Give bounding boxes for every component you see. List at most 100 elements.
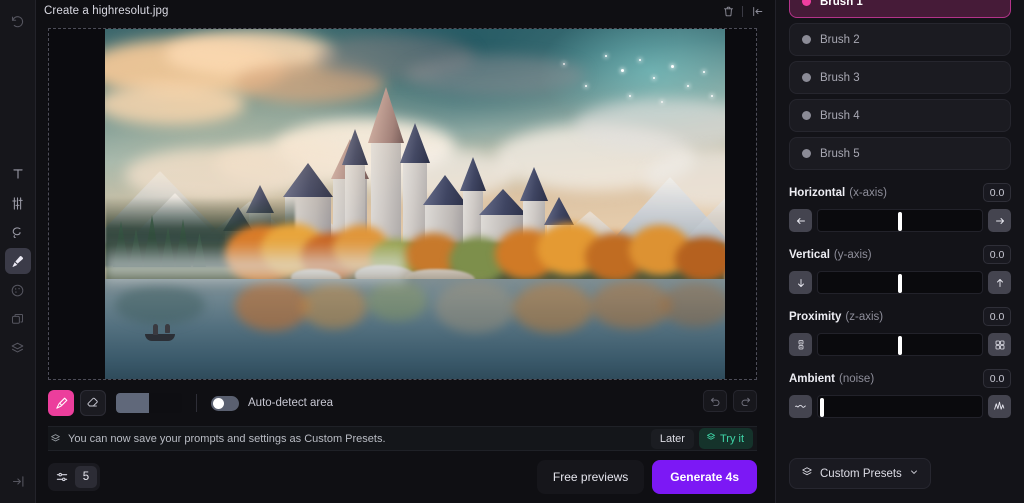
brush-item[interactable]: Brush 1 (789, 0, 1011, 18)
custom-presets-row: Custom Presets (789, 458, 931, 489)
slider-sub: (x-axis) (849, 187, 887, 199)
brush-color-dot (802, 149, 811, 158)
notice-text: You can now save your prompts and settin… (68, 432, 386, 445)
slider-sub: (noise) (839, 373, 875, 385)
primary-actions: Free previews Generate 4s (536, 460, 757, 494)
header-divider (742, 5, 743, 17)
swatch-primary[interactable] (116, 393, 149, 413)
slider-track[interactable] (817, 209, 983, 232)
toggle-knob (213, 397, 224, 409)
layers-icon (801, 466, 813, 481)
palette-tool-icon[interactable] (5, 277, 31, 303)
slider-row (789, 395, 1011, 418)
wave-noise-icon[interactable] (988, 395, 1011, 418)
arrow-right-icon[interactable] (988, 209, 1011, 232)
brush-color-dot (802, 111, 811, 120)
left-tool-rail (0, 0, 36, 503)
paint-brush-icon[interactable] (48, 390, 74, 416)
depth-far-icon[interactable] (988, 333, 1011, 356)
try-it-label: Try it (719, 432, 744, 445)
slider-thumb[interactable] (898, 274, 903, 293)
chevron-down-icon (909, 467, 919, 480)
slider-value[interactable]: 0.0 (983, 245, 1011, 264)
text-tool-icon[interactable] (5, 161, 31, 187)
canvas-area[interactable] (48, 28, 757, 380)
brush-label: Brush 5 (820, 147, 860, 160)
variation-count-group: 5 (48, 463, 100, 491)
notice-actions: Later Try it (650, 428, 753, 449)
slider-track[interactable] (817, 333, 983, 356)
variation-count-value[interactable]: 5 (75, 466, 97, 488)
generate-button[interactable]: Generate 4s (652, 460, 757, 494)
brush-tool-icon[interactable] (4, 248, 31, 274)
dashed-selection-frame[interactable] (48, 28, 757, 380)
slider-ambient: Ambient (noise) 0.0 (776, 369, 1024, 418)
wave-flat-icon[interactable] (789, 395, 812, 418)
layers-tool-icon[interactable] (5, 335, 31, 361)
auto-detect-row: Auto-detect area (211, 395, 334, 411)
app-root: Create a highresolut.jpg Auto-detect are… (0, 0, 1024, 503)
editor-center-column: Create a highresolut.jpg Auto-detect are… (36, 0, 775, 503)
later-button[interactable]: Later (650, 428, 694, 449)
lasso-tool-icon[interactable] (5, 219, 31, 245)
frame-tool-icon[interactable] (5, 306, 31, 332)
slider-header: Proximity (z-axis) 0.0 (789, 307, 1011, 326)
page-title: Create a highresolut.jpg (44, 5, 169, 17)
brush-color-dot (802, 35, 811, 44)
header-actions (720, 3, 765, 19)
slider-value[interactable]: 0.0 (983, 307, 1011, 326)
brush-label: Brush 3 (820, 71, 860, 84)
slider-vertical: Vertical (y-axis) 0.0 (776, 245, 1024, 294)
brush-item[interactable]: Brush 3 (789, 61, 1011, 94)
undo-icon[interactable] (703, 390, 727, 412)
presets-notice-bar: You can now save your prompts and settin… (48, 426, 757, 451)
expand-panel-icon[interactable] (5, 468, 31, 494)
slider-name: Vertical (789, 249, 830, 261)
slider-header: Horizontal (x-axis) 0.0 (789, 183, 1011, 202)
auto-detect-toggle[interactable] (211, 395, 239, 411)
history-controls (703, 390, 757, 412)
brush-item[interactable]: Brush 2 (789, 23, 1011, 56)
slider-value[interactable]: 0.0 (983, 369, 1011, 388)
brush-color-dot (802, 73, 811, 82)
slider-name: Proximity (789, 311, 842, 323)
slider-value[interactable]: 0.0 (983, 183, 1011, 202)
slider-thumb[interactable] (898, 212, 903, 231)
try-it-button[interactable]: Try it (698, 428, 753, 449)
collapse-panel-icon[interactable] (749, 3, 765, 19)
slider-track[interactable] (817, 271, 983, 294)
slider-proximity: Proximity (z-axis) 0.0 (776, 307, 1024, 356)
slider-track[interactable] (817, 395, 983, 418)
right-settings-panel: Brush 1 Brush 2 Brush 3 Brush 4 Brush 5 (775, 0, 1024, 503)
free-previews-button[interactable]: Free previews (536, 460, 645, 494)
canvas-toolbar: Auto-detect area (48, 388, 757, 418)
arrow-up-icon[interactable] (988, 271, 1011, 294)
slider-name: Ambient (789, 373, 835, 385)
adjustments-tool-icon[interactable] (5, 190, 31, 216)
history-icon[interactable] (5, 8, 31, 34)
slider-thumb[interactable] (898, 336, 903, 355)
document-header: Create a highresolut.jpg (36, 0, 775, 22)
slider-row (789, 209, 1011, 232)
layers-icon (706, 432, 716, 445)
brush-item[interactable]: Brush 5 (789, 137, 1011, 170)
depth-near-icon[interactable] (789, 333, 812, 356)
slider-thumb[interactable] (820, 398, 825, 417)
brush-item[interactable]: Brush 4 (789, 99, 1011, 132)
eraser-icon[interactable] (80, 390, 106, 416)
auto-detect-label: Auto-detect area (248, 397, 334, 409)
trash-icon[interactable] (720, 3, 736, 19)
swatch-secondary[interactable] (149, 393, 182, 413)
slider-row (789, 271, 1011, 294)
brush-label: Brush 4 (820, 109, 860, 122)
slider-name: Horizontal (789, 187, 846, 199)
redo-icon[interactable] (733, 390, 757, 412)
custom-presets-label: Custom Presets (820, 467, 902, 480)
slider-row (789, 333, 1011, 356)
arrow-left-icon[interactable] (789, 209, 812, 232)
arrow-down-icon[interactable] (789, 271, 812, 294)
custom-presets-button[interactable]: Custom Presets (789, 458, 931, 489)
layers-icon (50, 433, 61, 444)
settings-sliders-icon[interactable] (51, 466, 73, 488)
slider-header: Ambient (noise) 0.0 (789, 369, 1011, 388)
